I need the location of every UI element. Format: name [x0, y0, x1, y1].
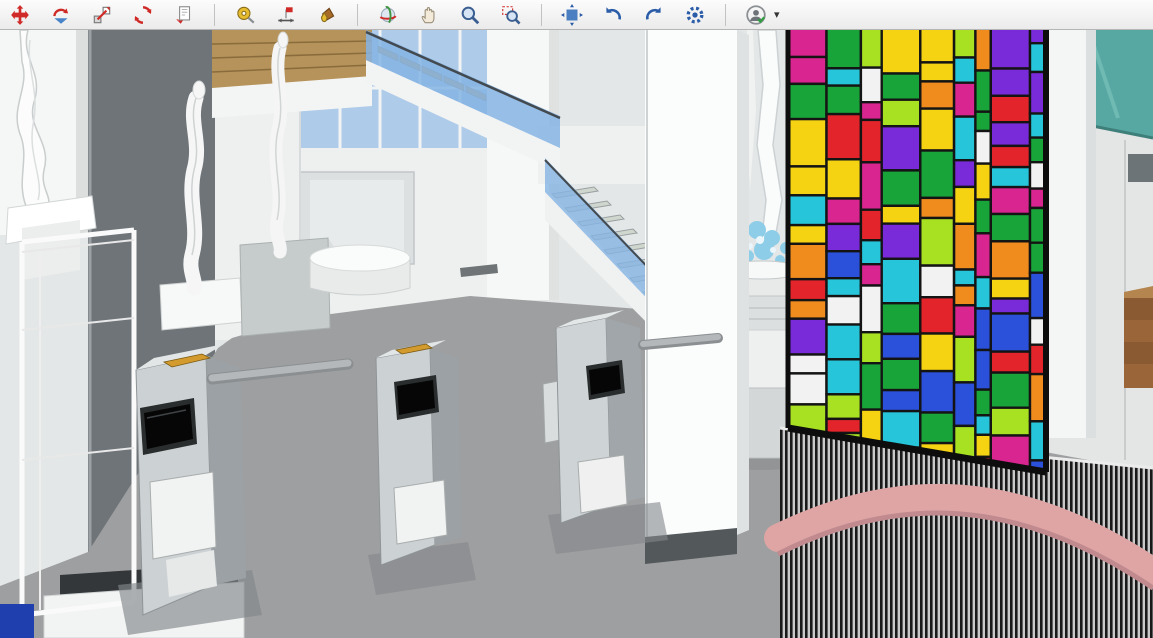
status-corner — [0, 604, 34, 638]
scale-tool-button[interactable] — [88, 1, 116, 28]
toolbar-divider — [214, 4, 215, 26]
turnstile-1 — [118, 344, 262, 635]
orbit-tool-button[interactable] — [374, 1, 402, 28]
rotate-tool-button[interactable] — [47, 1, 75, 28]
toolbar-buttons — [6, 1, 770, 28]
paste-in-place-tool-button[interactable] — [170, 1, 198, 28]
zoom-extents-tool-icon — [561, 4, 583, 26]
move-tool-icon — [9, 4, 31, 26]
zoom-window-tool-button[interactable] — [497, 1, 525, 28]
rotate-copy-tool-button[interactable] — [129, 1, 157, 28]
column-b — [645, 30, 749, 564]
pan-tool-button[interactable] — [415, 1, 443, 28]
main-toolbar: ▾ — [0, 0, 1153, 30]
previous-view-tool-icon — [602, 4, 624, 26]
3d-viewport[interactable] — [0, 30, 1153, 638]
zoom-tool-button[interactable] — [456, 1, 484, 28]
model-settings-tool-button[interactable] — [681, 1, 709, 28]
tape-measure-tool-icon — [234, 4, 256, 26]
next-view-tool-button[interactable] — [640, 1, 668, 28]
next-view-tool-icon — [643, 4, 665, 26]
dimension-tool-icon — [275, 4, 297, 26]
account-status-icon — [745, 4, 767, 26]
zoom-tool-icon — [459, 4, 481, 26]
move-tool-button[interactable] — [6, 1, 34, 28]
dimension-tool-button[interactable] — [272, 1, 300, 28]
wood-loft — [212, 30, 372, 118]
toolbar-divider — [725, 4, 726, 26]
orbit-tool-icon — [377, 4, 399, 26]
previous-view-tool-button[interactable] — [599, 1, 627, 28]
zoom-window-tool-icon — [500, 4, 522, 26]
paste-in-place-tool-icon — [173, 4, 195, 26]
tape-measure-tool-button[interactable] — [231, 1, 259, 28]
model-settings-tool-icon — [684, 4, 706, 26]
toolbar-divider — [357, 4, 358, 26]
scale-tool-icon — [91, 4, 113, 26]
zoom-extents-tool-button[interactable] — [558, 1, 586, 28]
pan-tool-icon — [418, 4, 440, 26]
toolbar-overflow-chevron[interactable]: ▾ — [774, 8, 780, 21]
round-counter — [310, 245, 410, 295]
toolbar-divider — [541, 4, 542, 26]
scene-svg — [0, 30, 1153, 638]
paint-bucket-tool-button[interactable] — [313, 1, 341, 28]
wood-steps — [1124, 286, 1153, 388]
rotate-copy-tool-icon — [132, 4, 154, 26]
paint-bucket-tool-icon — [316, 4, 338, 26]
rotate-tool-icon — [50, 4, 72, 26]
account-status-button[interactable] — [742, 1, 770, 28]
